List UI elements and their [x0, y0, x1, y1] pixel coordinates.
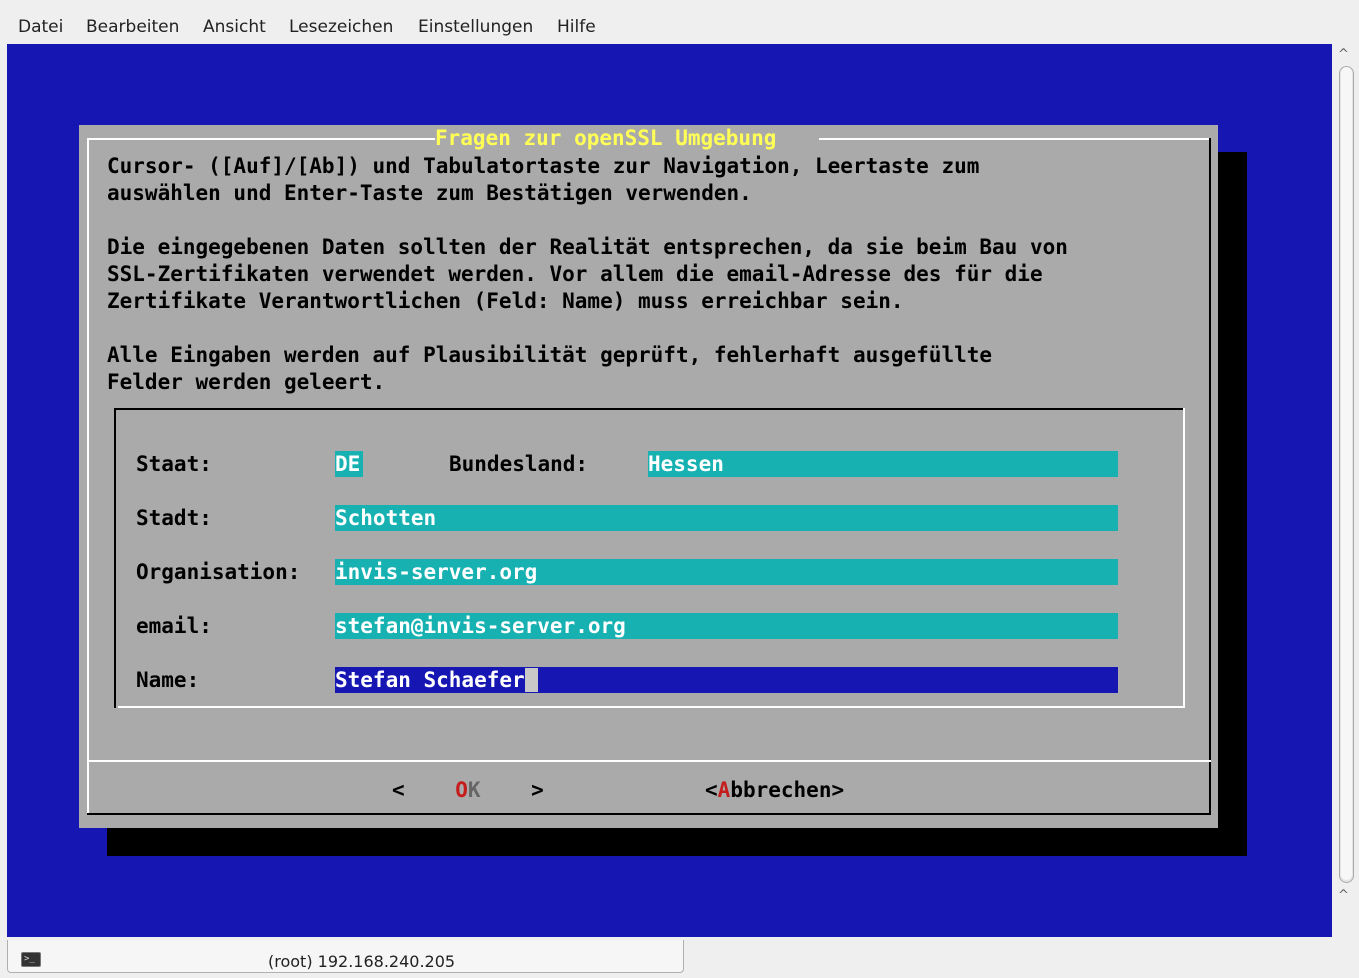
- scrollbar-handle[interactable]: [1341, 67, 1352, 880]
- text-cursor: [524, 668, 538, 692]
- terminal-icon: >_: [21, 952, 41, 967]
- info-line-1: Die eingegebenen Daten sollten der Reali…: [107, 235, 1068, 259]
- menu-lesezeichen[interactable]: Lesezeichen: [289, 17, 393, 37]
- menu-ansicht[interactable]: Ansicht: [203, 17, 266, 37]
- dialog-frame-top-left: [87, 138, 435, 140]
- info-line-2: SSL-Zertifikaten verwendet werden. Vor a…: [107, 262, 1043, 286]
- organisation-label: Organisation:: [136, 560, 301, 584]
- cancel-button[interactable]: <Abbrechen>: [705, 777, 844, 803]
- stadt-field[interactable]: Schotten: [335, 505, 1118, 531]
- staat-label: Staat:: [136, 452, 212, 476]
- menu-hilfe[interactable]: Hilfe: [557, 17, 596, 37]
- name-label: Name:: [136, 668, 200, 692]
- organisation-field[interactable]: invis-server.org: [335, 559, 1118, 585]
- dialog-frame-right: [1209, 138, 1211, 815]
- info-line-3: Zertifikate Verantwortlichen (Feld: Name…: [107, 289, 904, 313]
- name-field[interactable]: Stefan Schaefer: [335, 667, 1118, 693]
- status-bar: >_ (root) 192.168.240.205: [0, 937, 1359, 978]
- form-frame-top: [114, 408, 1185, 410]
- form-frame-bottom: [118, 706, 1185, 708]
- menu-bar: Datei Bearbeiten Ansicht Lesezeichen Ein…: [0, 0, 1359, 44]
- validation-line-1: Alle Eingaben werden auf Plausibilität g…: [107, 343, 993, 367]
- terminal-area[interactable]: Fragen zur openSSL Umgebung Cursor- ([Au…: [7, 44, 1332, 937]
- stadt-label: Stadt:: [136, 506, 212, 530]
- bundesland-label: Bundesland:: [449, 452, 589, 476]
- dialog-frame-left: [87, 138, 89, 815]
- scroll-up-icon[interactable]: ^: [1338, 48, 1349, 62]
- staat-field[interactable]: DE: [335, 451, 363, 477]
- dialog-frame-bottom: [87, 813, 1211, 815]
- name-field-value: Stefan Schaefer: [335, 668, 525, 692]
- scroll-down-icon[interactable]: ^: [1338, 889, 1349, 903]
- bundesland-field[interactable]: Hessen: [648, 451, 1118, 477]
- menu-datei[interactable]: Datei: [18, 17, 63, 37]
- menu-einstellungen[interactable]: Einstellungen: [418, 17, 533, 37]
- scrollbar[interactable]: ^ ^: [1332, 44, 1359, 937]
- dialog-frame-top-right: [819, 138, 1211, 140]
- session-tab[interactable]: >_ (root) 192.168.240.205: [7, 940, 684, 973]
- dialog-title: Fragen zur openSSL Umgebung: [435, 126, 777, 150]
- email-field[interactable]: stefan@invis-server.org: [335, 613, 1118, 639]
- scrollbar-track[interactable]: [1339, 66, 1354, 883]
- session-tab-title: (root) 192.168.240.205: [268, 952, 456, 971]
- form-frame-right: [1183, 408, 1185, 708]
- menu-bearbeiten[interactable]: Bearbeiten: [86, 17, 179, 37]
- email-label: email:: [136, 614, 212, 638]
- button-separator: [87, 760, 1211, 762]
- instruction-line-1: Cursor- ([Auf]/[Ab]) und Tabulatortaste …: [107, 154, 980, 178]
- form-frame-left: [114, 408, 116, 708]
- validation-line-2: Felder werden geleert.: [107, 370, 386, 394]
- ok-button[interactable]: < OK >: [392, 777, 544, 803]
- instruction-line-2: auswählen und Enter-Taste zum Bestätigen…: [107, 181, 752, 205]
